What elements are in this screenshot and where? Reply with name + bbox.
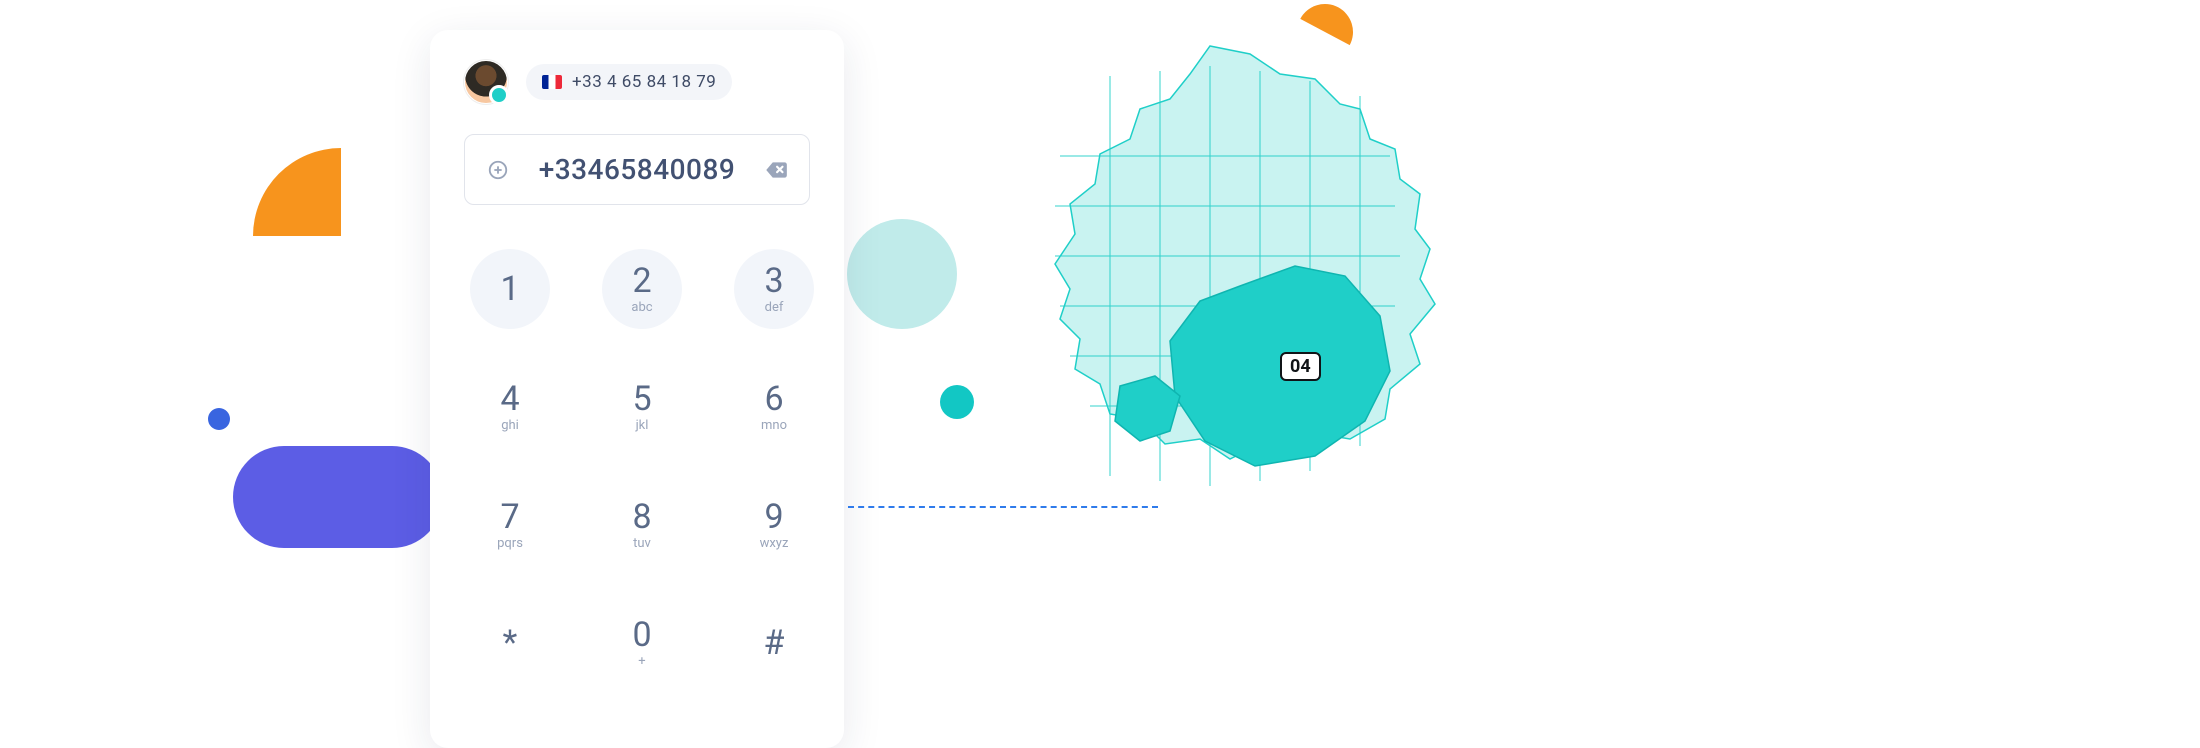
- keypad-key-0[interactable]: 0+: [596, 597, 688, 689]
- keypad-digit: 8: [632, 500, 651, 534]
- region-badge: 04: [1280, 352, 1321, 381]
- keypad-digit: *: [503, 626, 518, 660]
- keypad-digit: 3: [764, 264, 783, 298]
- keypad-key-8[interactable]: 8 tuv: [596, 479, 688, 571]
- add-contact-icon[interactable]: [485, 157, 511, 183]
- keypad-digit: 0: [632, 618, 651, 652]
- decorative-shape-orange-quarter: [253, 148, 341, 236]
- dialer-header: +33 4 65 84 18 79: [464, 60, 810, 104]
- keypad-letters: def: [765, 300, 784, 315]
- keypad-digit: 5: [632, 382, 651, 416]
- number-input-row: +33465840089: [464, 134, 810, 205]
- keypad-letters: pqrs: [497, 536, 523, 551]
- keypad-letters: jkl: [636, 418, 649, 433]
- decorative-shape-blue-dot: [208, 408, 230, 430]
- keypad-key-6[interactable]: 6 mno: [728, 361, 820, 453]
- keypad-letters: +: [638, 654, 645, 669]
- decorative-shape-teal-bubble: [847, 219, 957, 329]
- keypad-key-7[interactable]: 7 pqrs: [464, 479, 556, 571]
- backspace-icon[interactable]: [763, 157, 789, 183]
- keypad-digit: 9: [764, 500, 783, 534]
- avatar[interactable]: [464, 60, 508, 104]
- flag-france-icon: [542, 75, 562, 89]
- dialer-card: +33 4 65 84 18 79 +33465840089 1 2 abc 3 def…: [430, 30, 844, 748]
- keypad-key-*[interactable]: *: [464, 597, 556, 689]
- france-map: [1000, 36, 1440, 496]
- caller-number: +33 4 65 84 18 79: [572, 72, 716, 92]
- connector-line: [848, 506, 1158, 508]
- keypad-key-9[interactable]: 9 wxyz: [728, 479, 820, 571]
- keypad-digit: 4: [500, 382, 519, 416]
- keypad-digit: 1: [500, 272, 519, 306]
- keypad-key-4[interactable]: 4 ghi: [464, 361, 556, 453]
- decorative-shape-purple-pill: [233, 446, 443, 548]
- decorative-shape-teal-dot: [940, 385, 974, 419]
- keypad-digit: 6: [764, 382, 783, 416]
- keypad-key-3[interactable]: 3 def: [728, 243, 820, 335]
- keypad-digit: 2: [632, 264, 651, 298]
- caller-number-chip[interactable]: +33 4 65 84 18 79: [526, 64, 732, 100]
- keypad-letters: ghi: [501, 418, 519, 433]
- keypad-letters: mno: [761, 418, 787, 433]
- keypad-digit: 7: [500, 500, 519, 534]
- keypad-letters: abc: [631, 300, 652, 315]
- dialed-number: +33465840089: [539, 153, 736, 186]
- keypad-key-1[interactable]: 1: [464, 243, 556, 335]
- keypad: 12abc3def4ghi5jkl6mno7pqrs8tuv9wxyz*0+#: [464, 243, 810, 689]
- keypad-key-#[interactable]: #: [728, 597, 820, 689]
- keypad-letters: tuv: [633, 536, 651, 551]
- keypad-digit: #: [764, 626, 785, 660]
- keypad-key-5[interactable]: 5 jkl: [596, 361, 688, 453]
- keypad-letters: wxyz: [760, 536, 789, 551]
- keypad-key-2[interactable]: 2 abc: [596, 243, 688, 335]
